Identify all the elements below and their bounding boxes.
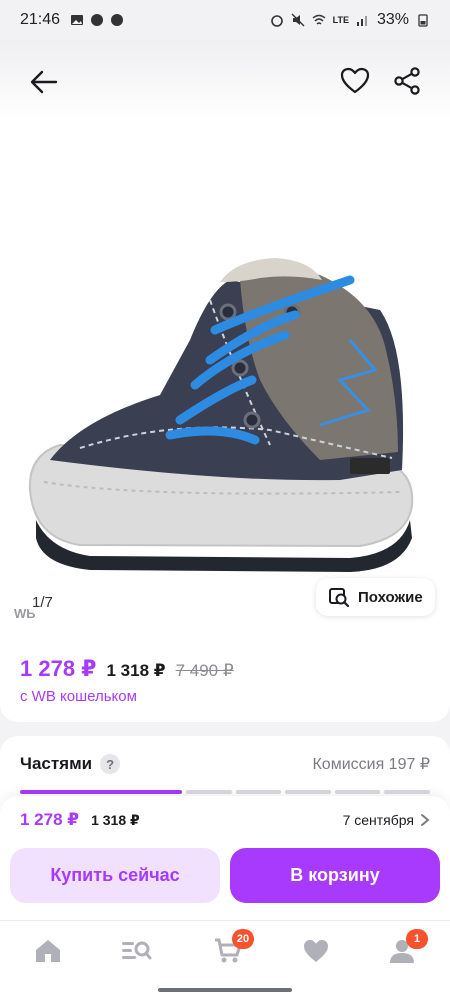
alarm-icon xyxy=(270,15,283,27)
installments-commission: Комиссия 197 ₽ xyxy=(312,756,430,773)
progress-segment xyxy=(334,790,381,794)
profile-notification-badge: 1 xyxy=(406,929,428,949)
delivery-date[interactable]: 7 сентября xyxy=(343,812,430,828)
product-image xyxy=(28,258,414,572)
price-card: 1 278 ₽ 1 318 ₽ 7 490 ₽ с WB кошельком xyxy=(0,634,450,722)
photo-counter: 1/7 xyxy=(28,592,57,613)
similar-label: Похожие xyxy=(358,588,423,606)
heart-filled-icon xyxy=(304,940,328,962)
installments-progress xyxy=(20,790,430,794)
wallet-note: с WB кошельком xyxy=(20,688,137,705)
price-old: 7 490 ₽ xyxy=(175,661,234,680)
tab-cart[interactable]: 20 xyxy=(208,929,254,967)
tab-profile[interactable]: 1 xyxy=(382,929,428,967)
similar-search-icon xyxy=(329,588,350,608)
status-time: 21:46 xyxy=(20,11,61,28)
home-icon xyxy=(36,940,60,962)
gallery-icon xyxy=(71,15,84,25)
price-regular: 1 318 ₽ xyxy=(106,661,166,680)
add-to-cart-button[interactable]: В корзину xyxy=(230,848,440,903)
back-arrow-icon[interactable] xyxy=(26,64,62,100)
chevron-right-icon xyxy=(421,814,430,826)
progress-segment xyxy=(235,790,282,794)
progress-segment xyxy=(186,790,232,794)
cart-count-badge: 20 xyxy=(232,929,254,949)
purchase-sheet: 1 278 ₽ 1 318 ₽ 7 сентября Купить сейчас… xyxy=(0,796,450,920)
share-icon[interactable] xyxy=(390,64,424,98)
catalog-search-icon xyxy=(122,941,152,960)
delivery-date-label: 7 сентября xyxy=(342,812,414,828)
home-indicator[interactable] xyxy=(158,988,292,992)
product-gallery[interactable]: WB 1/7 Похожие xyxy=(0,40,450,634)
progress-segment xyxy=(384,790,430,794)
price-wallet: 1 278 ₽ xyxy=(20,656,97,681)
mute-icon xyxy=(291,13,305,27)
installments-title: Частями xyxy=(20,754,93,773)
sheet-price-wallet: 1 278 ₽ xyxy=(20,810,80,829)
tab-catalog[interactable] xyxy=(116,935,156,967)
buy-now-button[interactable]: Купить сейчас xyxy=(10,848,220,903)
tab-home[interactable] xyxy=(28,935,68,967)
sheet-price-regular: 1 318 ₽ xyxy=(91,811,140,828)
wifi-icon xyxy=(312,14,326,25)
help-icon[interactable]: ? xyxy=(100,754,121,774)
progress-segment xyxy=(20,790,183,794)
battery-level: 33% xyxy=(376,11,409,28)
heart-icon[interactable] xyxy=(338,64,372,98)
status-bar: 21:46 LTE 33% xyxy=(0,0,450,40)
progress-segment xyxy=(285,790,331,794)
notification-icon xyxy=(91,14,104,26)
battery-icon xyxy=(418,14,428,27)
signal-icon xyxy=(356,16,367,26)
notification-icon-2 xyxy=(111,14,124,26)
similar-button[interactable]: Похожие xyxy=(316,578,435,616)
network-type: LTE xyxy=(332,15,349,25)
tab-favorites[interactable] xyxy=(296,935,336,967)
